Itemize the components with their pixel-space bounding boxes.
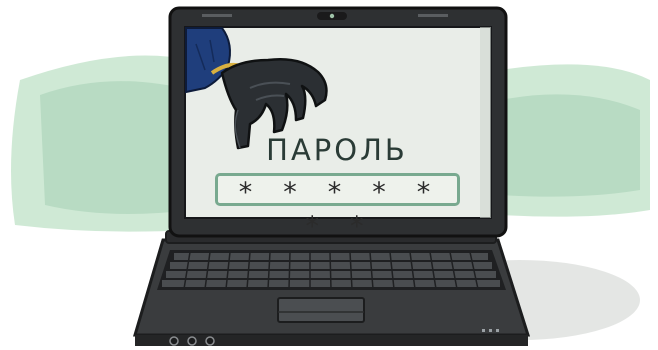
password-field[interactable]: * * * * * * *	[215, 173, 460, 242]
status-leds	[482, 329, 499, 332]
keyboard	[157, 250, 506, 290]
webcam-icon	[317, 12, 347, 20]
front-ports	[169, 336, 215, 346]
touchpad	[277, 297, 365, 323]
password-label: ПАРОЛЬ	[266, 133, 408, 167]
